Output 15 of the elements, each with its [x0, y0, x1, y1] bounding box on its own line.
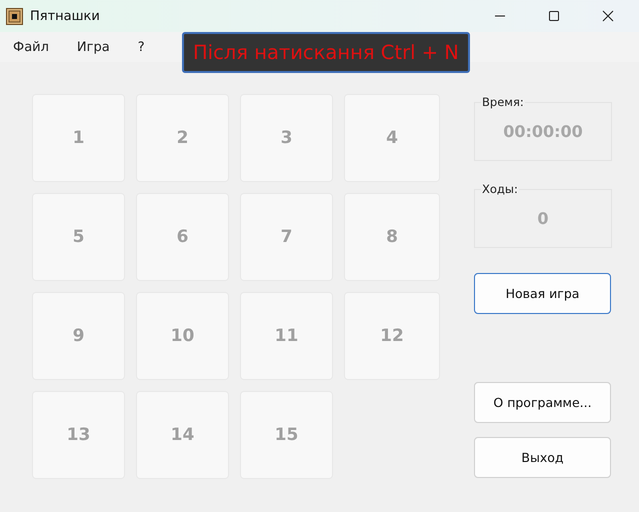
group-value: 0	[537, 209, 549, 228]
annotation-label: Після натискання Ctrl + N	[182, 32, 470, 73]
menu-item[interactable]: Игра	[70, 36, 117, 58]
maximize-icon[interactable]	[548, 10, 560, 22]
group-label: Ходы:	[481, 182, 519, 196]
close-icon[interactable]	[602, 10, 614, 22]
group-value: 00:00:00	[503, 122, 583, 141]
action-button[interactable]: О программе...	[474, 382, 611, 423]
group-label: Время:	[481, 95, 525, 109]
action-button[interactable]: Выход	[474, 437, 611, 478]
menu-item[interactable]: ?	[130, 36, 152, 58]
menu-item[interactable]: Файл	[6, 36, 56, 58]
action-button[interactable]: Новая игра	[474, 273, 611, 314]
app-icon	[6, 8, 23, 24]
window-title: Пятнашки	[30, 8, 100, 24]
